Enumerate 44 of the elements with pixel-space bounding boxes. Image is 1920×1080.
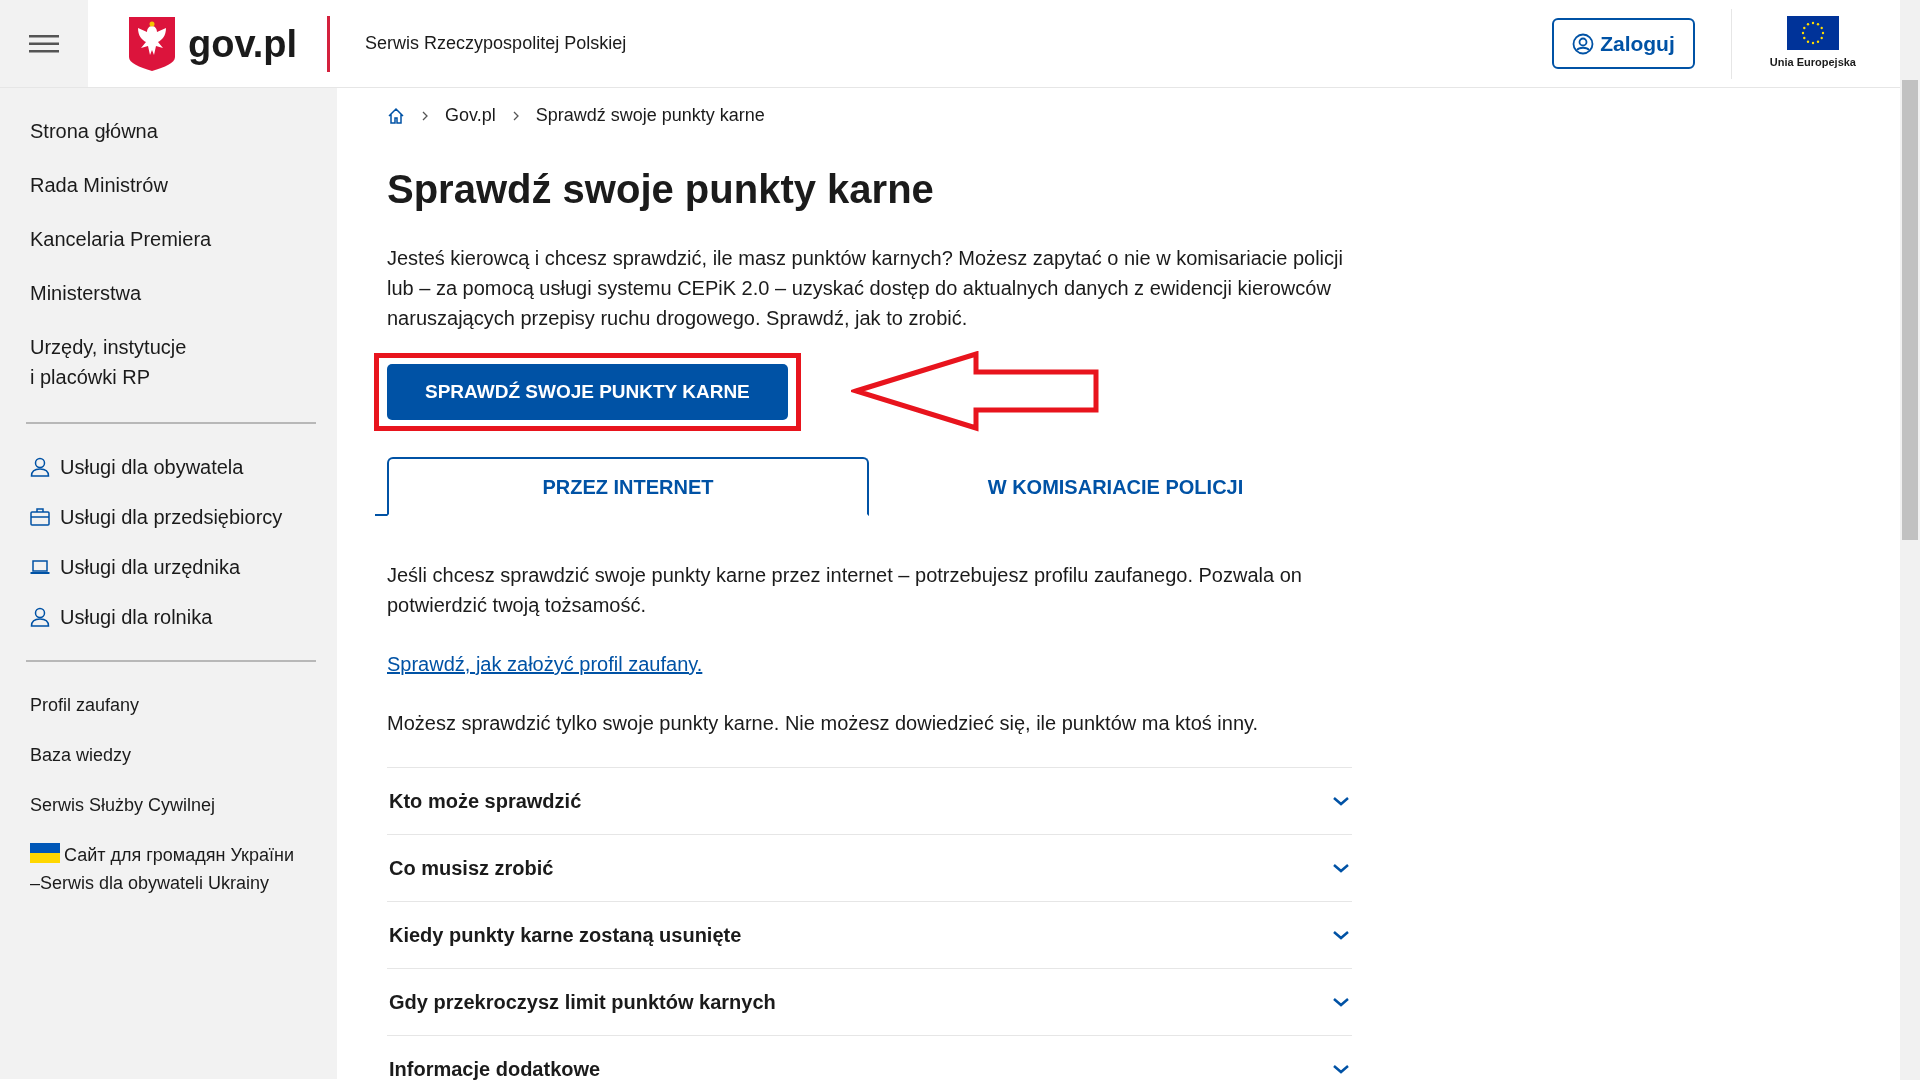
chevron-icon: [1332, 996, 1350, 1008]
login-button[interactable]: Zaloguj: [1552, 17, 1695, 70]
tab-paragraph: Możesz sprawdzić tylko swoje punkty karne. Nie możesz dowiedzieć się, ile punktów ma ktoś inny.: [387, 711, 1260, 736]
briefcase-icon: [30, 507, 50, 527]
breadcrumb-link[interactable]: Gov.pl: [445, 102, 496, 129]
sidebar-link[interactable]: Usługi dla rolnika: [30, 592, 315, 642]
chevron-icon: [1332, 795, 1350, 807]
sidebar-link[interactable]: Baza wiedzy: [30, 730, 315, 780]
sidebar-link[interactable]: Rada Ministrów: [30, 158, 315, 212]
intro-paragraph: Jesteś kierowcą i chcesz sprawdzić, ile masz punktów karnych? Możesz zapytać o nie w komisariacie policji lub – za pomocą usługi systemu CEPiK 2.0 – uzyskać dostęp do aktualnych danych z ewidencji kierowców naruszających przepisy ruchu drogowego. Sprawdź, jak to zrobić.: [387, 246, 1344, 331]
sidebar-link[interactable]: Profil zaufany: [30, 680, 315, 730]
chevron-icon: [1332, 862, 1350, 874]
chevron-icon: [1332, 1063, 1350, 1075]
profile-link[interactable]: Sprawdź, jak założyć profil zaufany.: [387, 653, 703, 675]
eu-flag-icon: [1786, 16, 1839, 51]
eu-label: Unia Europejska: [1769, 55, 1856, 71]
chevron-right-icon: [511, 109, 520, 122]
sidebar-link[interactable]: Urzędy, instytucje i placówki RP: [30, 320, 315, 404]
logo-text[interactable]: gov.pl: [188, 24, 298, 63]
laptop-icon: [30, 557, 50, 577]
eagle-emblem-icon: [128, 15, 176, 72]
sidebar-link[interactable]: Serwis Służby Cywilnej: [30, 780, 315, 830]
home-icon: [387, 106, 405, 125]
sidebar-link[interactable]: Kancelaria Premiera: [30, 212, 315, 266]
scrollbar[interactable]: [1900, 0, 1920, 1080]
sidebar-link[interactable]: Сайт для громадян України –Serwis dla obywateli Ukrainy: [30, 830, 315, 908]
chevron-icon: [1332, 929, 1350, 941]
chevron-right-icon: [421, 109, 429, 122]
tab-paragraph: Jeśli chcesz sprawdzić swoje punkty karne przez internet – potrzebujesz profilu zaufanego. Pozwala on potwierdzić twoją tożsamość.: [387, 563, 1303, 618]
sidebar-link[interactable]: Usługi dla przedsiębiorcy: [30, 492, 315, 542]
sidebar-link[interactable]: Usługi dla obywatela: [30, 442, 315, 492]
page-title: Sprawdź swoje punkty karne: [387, 166, 935, 213]
site-name: Serwis Rzeczypospolitej Polskiej: [365, 32, 627, 55]
user-icon: [1572, 32, 1595, 55]
ukraine-flag-icon: [30, 843, 60, 863]
sidebar-link[interactable]: Usługi dla urzędnika: [30, 542, 315, 592]
check-points-button[interactable]: SPRAWDŹ SWOJE PUNKTY KARNE: [387, 363, 788, 421]
breadcrumb-current: Sprawdź swoje punkty karne: [535, 104, 765, 127]
tab[interactable]: PRZEZ INTERNET: [387, 457, 869, 516]
sidebar-link[interactable]: Strona główna: [30, 104, 315, 158]
person-icon: [30, 457, 50, 477]
sidebar-link[interactable]: Ministerstwa: [30, 266, 315, 320]
person-icon: [30, 607, 50, 627]
menu-icon[interactable]: [29, 34, 59, 53]
